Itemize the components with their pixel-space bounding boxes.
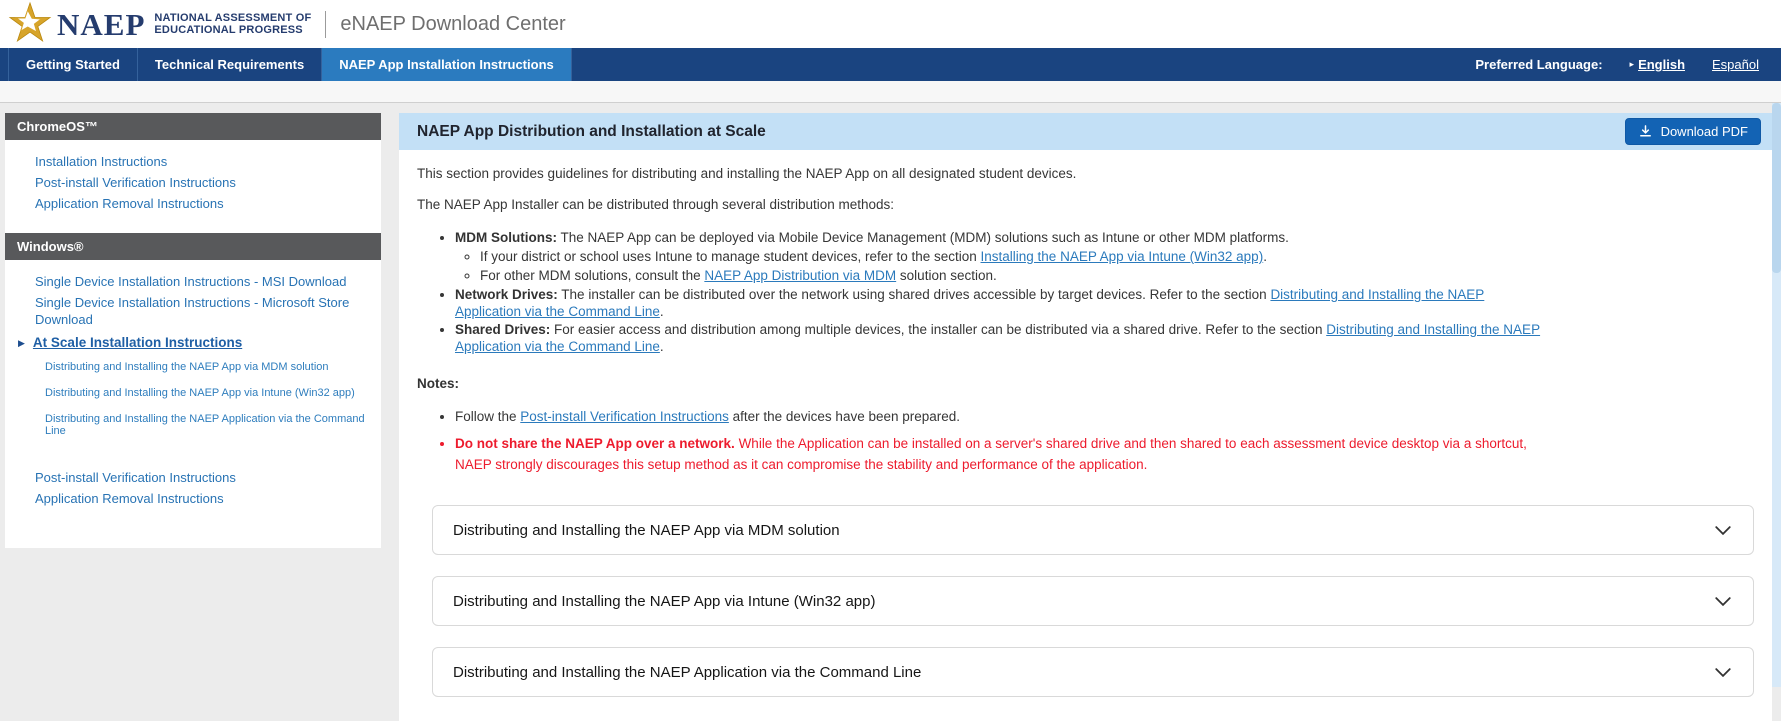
sidebar-subitem-command-line[interactable]: Distributing and Installing the NAEP App… <box>45 413 373 437</box>
main-body: This section provides guidelines for dis… <box>399 150 1772 721</box>
note-warning: Do not share the NAEP App over a network… <box>455 433 1549 475</box>
sidebar-item-windows-application-removal[interactable]: Application Removal Instructions <box>35 490 373 507</box>
language-espanol-link[interactable]: Español <box>1712 57 1759 72</box>
distribution-methods-list: MDM Solutions: The NAEP App can be deplo… <box>417 229 1549 355</box>
at-scale-sub-links: Distributing and Installing the NAEP App… <box>35 352 373 463</box>
sub-bullet-intune: If your district or school uses Intune t… <box>480 248 1549 265</box>
sidebar-item-at-scale-installation[interactable]: At Scale Installation Instructions <box>33 335 242 350</box>
app-header: NAEP NATIONAL ASSESSMENT OF EDUCATIONAL … <box>0 0 1781 48</box>
link-installing-naep-app-via-intune[interactable]: Installing the NAEP App via Intune (Win3… <box>981 249 1264 264</box>
accordion-mdm-solution[interactable]: Distributing and Installing the NAEP App… <box>432 505 1754 555</box>
site-title: eNAEP Download Center <box>340 13 565 36</box>
main-panel-header: NAEP App Distribution and Installation a… <box>399 113 1772 150</box>
accordion-command-line[interactable]: Distributing and Installing the NAEP App… <box>432 647 1754 697</box>
notes-heading: Notes: <box>417 375 1549 392</box>
sidebar-section-windows: Windows® <box>5 233 381 260</box>
page-title: NAEP App Distribution and Installation a… <box>417 123 1625 141</box>
sidebar-item-post-install-verification[interactable]: Post-install Verification Instructions <box>35 174 373 191</box>
naep-wordmark: NAEP <box>57 9 145 40</box>
primary-nav: Getting Started Technical Requirements N… <box>0 48 1781 81</box>
bullet-mdm-solutions: MDM Solutions: The NAEP App can be deplo… <box>455 229 1549 284</box>
language-english-link[interactable]: ▸ English <box>1630 57 1685 72</box>
bullet-network-drives: Network Drives: The installer can be dis… <box>455 286 1549 320</box>
sidebar-item-installation-instructions[interactable]: Installation Instructions <box>35 153 373 170</box>
chromeos-links: Installation Instructions Post-install V… <box>5 140 381 233</box>
language-switcher: Preferred Language: ▸ English Español <box>1475 48 1781 81</box>
sidebar-item-windows-post-install-verification[interactable]: Post-install Verification Instructions <box>35 469 373 486</box>
sub-header-strip <box>0 81 1781 103</box>
mdm-sub-list: If your district or school uses Intune t… <box>455 248 1549 284</box>
intro-paragraph-1: This section provides guidelines for dis… <box>417 165 1549 182</box>
preferred-language-label: Preferred Language: <box>1475 57 1602 72</box>
naep-logo[interactable]: NAEP NATIONAL ASSESSMENT OF EDUCATIONAL … <box>5 1 311 47</box>
main-panel: NAEP App Distribution and Installation a… <box>399 113 1772 721</box>
page-scrollbar[interactable] <box>1772 103 1781 687</box>
sidebar-item-single-device-ms-store[interactable]: Single Device Installation Instructions … <box>35 294 373 328</box>
sidebar-subitem-intune-win32[interactable]: Distributing and Installing the NAEP App… <box>45 387 373 399</box>
tab-technical-requirements[interactable]: Technical Requirements <box>138 48 322 81</box>
nav-tabs: Getting Started Technical Requirements N… <box>8 48 572 81</box>
sub-bullet-other-mdm: For other MDM solutions, consult the NAE… <box>480 267 1549 284</box>
page-content: ChromeOS™ Installation Instructions Post… <box>0 103 1781 721</box>
tab-getting-started[interactable]: Getting Started <box>9 48 138 81</box>
chevron-down-icon <box>1715 594 1731 609</box>
link-post-install-verification[interactable]: Post-install Verification Instructions <box>520 409 729 424</box>
bullet-shared-drives: Shared Drives: For easier access and dis… <box>455 321 1549 355</box>
sidebar-item-application-removal[interactable]: Application Removal Instructions <box>35 195 373 212</box>
selected-language-arrow-icon: ▸ <box>1630 59 1635 70</box>
accordion-group: Distributing and Installing the NAEP App… <box>432 505 1754 697</box>
tab-naep-app-installation-instructions[interactable]: NAEP App Installation Instructions <box>322 48 572 81</box>
sidebar-subitem-mdm-solution[interactable]: Distributing and Installing the NAEP App… <box>45 361 373 373</box>
sidebar-item-single-device-msi[interactable]: Single Device Installation Instructions … <box>35 273 373 290</box>
naep-tagline: NATIONAL ASSESSMENT OF EDUCATIONAL PROGR… <box>154 12 311 37</box>
main-text: This section provides guidelines for dis… <box>417 165 1754 475</box>
active-item-arrow-icon: ▶ <box>18 338 25 349</box>
download-pdf-button[interactable]: Download PDF <box>1625 118 1761 145</box>
header-divider <box>325 11 326 38</box>
sidebar: ChromeOS™ Installation Instructions Post… <box>5 113 381 548</box>
download-icon <box>1638 124 1653 139</box>
accordion-intune-win32[interactable]: Distributing and Installing the NAEP App… <box>432 576 1754 626</box>
windows-links: Single Device Installation Instructions … <box>5 260 381 528</box>
chevron-down-icon <box>1715 523 1731 538</box>
note-post-install: Follow the Post-install Verification Ins… <box>455 406 1549 427</box>
sidebar-active-row: ▶ At Scale Installation Instructions <box>18 335 373 350</box>
intro-paragraph-2: The NAEP App Installer can be distribute… <box>417 196 1549 213</box>
chevron-down-icon <box>1715 665 1731 680</box>
sidebar-section-chromeos: ChromeOS™ <box>5 113 381 140</box>
link-naep-app-distribution-via-mdm[interactable]: NAEP App Distribution via MDM <box>704 268 896 283</box>
scrollbar-thumb[interactable] <box>1772 103 1781 273</box>
naep-star-icon <box>5 1 55 47</box>
notes-list: Follow the Post-install Verification Ins… <box>417 406 1549 475</box>
